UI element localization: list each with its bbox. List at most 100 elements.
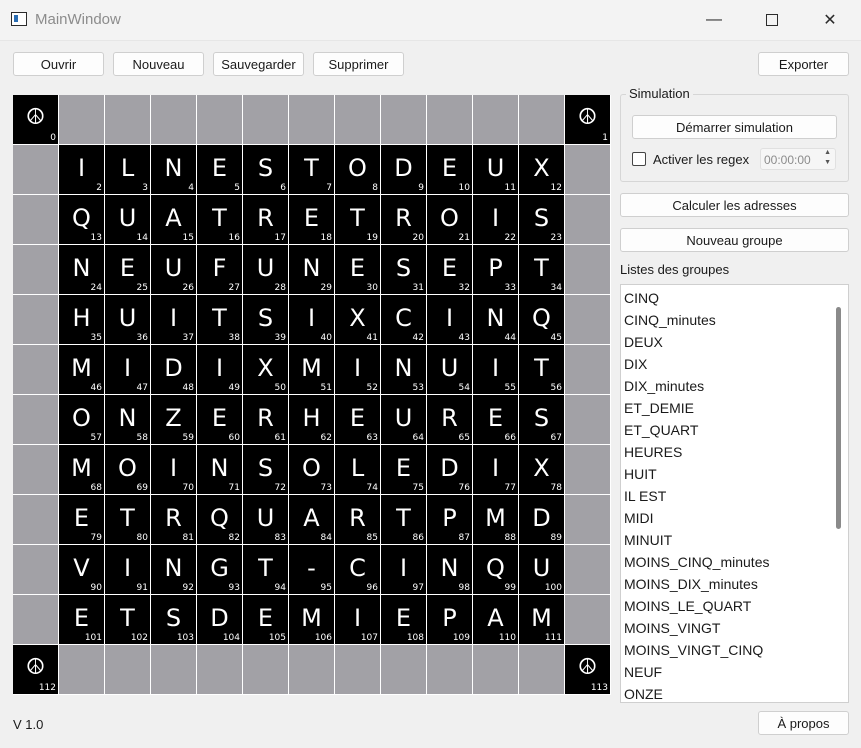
list-item[interactable]: NEUF [621,661,848,683]
empty-cell[interactable] [13,195,59,245]
letter-cell[interactable]: E 63 [335,395,381,445]
letter-cell[interactable]: Q 45 [519,295,565,345]
empty-cell[interactable] [473,95,519,145]
letter-cell[interactable]: D 89 [519,495,565,545]
letter-cell[interactable]: U 64 [381,395,427,445]
list-item[interactable]: HUIT [621,463,848,485]
letter-cell[interactable]: L 74 [335,445,381,495]
letter-cell[interactable]: O 21 [427,195,473,245]
letter-cell[interactable]: H 35 [59,295,105,345]
letter-cell[interactable]: T 19 [335,195,381,245]
letter-cell[interactable]: Z 59 [151,395,197,445]
letter-cell[interactable]: X 50 [243,345,289,395]
empty-cell[interactable] [13,145,59,195]
letter-cell[interactable]: S 39 [243,295,289,345]
letter-cell[interactable]: I 70 [151,445,197,495]
empty-cell[interactable] [565,345,611,395]
empty-cell[interactable] [335,645,381,695]
empty-cell[interactable] [289,645,335,695]
empty-cell[interactable] [13,295,59,345]
empty-cell[interactable] [13,345,59,395]
letter-cell[interactable]: N 44 [473,295,519,345]
letter-cell[interactable]: T7 [289,145,335,195]
empty-cell[interactable] [105,645,151,695]
corner-cell[interactable]: ☮ 113 [565,645,611,695]
letter-cell[interactable]: E 108 [381,595,427,645]
export-button[interactable]: Exporter [758,52,849,76]
compute-addresses-button[interactable]: Calculer les adresses [620,193,849,217]
letter-cell[interactable]: L3 [105,145,151,195]
empty-cell[interactable] [473,645,519,695]
letter-cell[interactable]: S 72 [243,445,289,495]
letter-cell[interactable]: N 58 [105,395,151,445]
empty-cell[interactable] [565,295,611,345]
letter-cell[interactable]: C 96 [335,545,381,595]
empty-cell[interactable] [13,395,59,445]
letter-cell[interactable]: -95 [289,545,335,595]
letter-cell[interactable]: S 23 [519,195,565,245]
letter-cell[interactable]: V 90 [59,545,105,595]
list-item[interactable]: HEURES [621,441,848,463]
letter-cell[interactable]: S 103 [151,595,197,645]
empty-cell[interactable] [151,645,197,695]
corner-cell[interactable]: ☮ 112 [13,645,59,695]
empty-cell[interactable] [565,195,611,245]
empty-cell[interactable] [565,595,611,645]
letter-cell[interactable]: N 24 [59,245,105,295]
letter-cell[interactable]: N 92 [151,545,197,595]
letter-cell[interactable]: E 60 [197,395,243,445]
letter-cell[interactable]: I2 [59,145,105,195]
letter-cell[interactable]: X 12 [519,145,565,195]
empty-cell[interactable] [151,95,197,145]
empty-cell[interactable] [381,645,427,695]
letter-cell[interactable]: R 17 [243,195,289,245]
letter-cell[interactable]: E 79 [59,495,105,545]
letter-cell[interactable]: Q 82 [197,495,243,545]
letter-cell[interactable]: T 34 [519,245,565,295]
letter-cell[interactable]: P 109 [427,595,473,645]
empty-cell[interactable] [427,645,473,695]
letter-cell[interactable]: G 93 [197,545,243,595]
letter-cell[interactable]: Q 99 [473,545,519,595]
empty-cell[interactable] [519,95,565,145]
down-arrow-icon[interactable]: ▼ [824,159,831,166]
time-edit[interactable]: 00:00:00 ▲ ▼ [760,148,836,170]
letter-cell[interactable]: E 105 [243,595,289,645]
letter-cell[interactable]: A 15 [151,195,197,245]
list-item[interactable]: DIX [621,353,848,375]
open-button[interactable]: Ouvrir [13,52,104,76]
empty-cell[interactable] [565,245,611,295]
letter-cell[interactable]: E 66 [473,395,519,445]
letter-cell[interactable]: P 33 [473,245,519,295]
empty-cell[interactable] [243,95,289,145]
letter-cell[interactable]: N 29 [289,245,335,295]
empty-cell[interactable] [59,95,105,145]
letter-cell[interactable]: T 80 [105,495,151,545]
empty-cell[interactable] [565,145,611,195]
letter-cell[interactable]: E5 [197,145,243,195]
empty-cell[interactable] [13,595,59,645]
letter-cell[interactable]: I 55 [473,345,519,395]
empty-cell[interactable] [519,645,565,695]
empty-cell[interactable] [13,495,59,545]
letter-cell[interactable]: N 98 [427,545,473,595]
groups-list[interactable]: CINQ CINQ_minutes DEUX DIX DIX_minutes ET_DEM… [620,284,849,703]
letter-cell[interactable]: P 87 [427,495,473,545]
letter-cell[interactable]: U 28 [243,245,289,295]
letter-cell[interactable]: I 49 [197,345,243,395]
letter-cell[interactable]: U 83 [243,495,289,545]
list-item[interactable]: ET_QUART [621,419,848,441]
letter-cell[interactable]: T 38 [197,295,243,345]
about-button[interactable]: À propos [758,711,849,735]
corner-cell[interactable]: ☮ 0 [13,95,59,145]
letter-cell[interactable]: D 48 [151,345,197,395]
letter-cell[interactable]: O 73 [289,445,335,495]
letter-cell[interactable]: E 18 [289,195,335,245]
letter-cell[interactable]: H 62 [289,395,335,445]
letter-cell[interactable]: X 78 [519,445,565,495]
list-item[interactable]: ET_DEMIE [621,397,848,419]
list-item[interactable]: DIX_minutes [621,375,848,397]
list-item[interactable]: MOINS_LE_QUART [621,595,848,617]
letter-cell[interactable]: O 57 [59,395,105,445]
letter-cell[interactable]: I 43 [427,295,473,345]
